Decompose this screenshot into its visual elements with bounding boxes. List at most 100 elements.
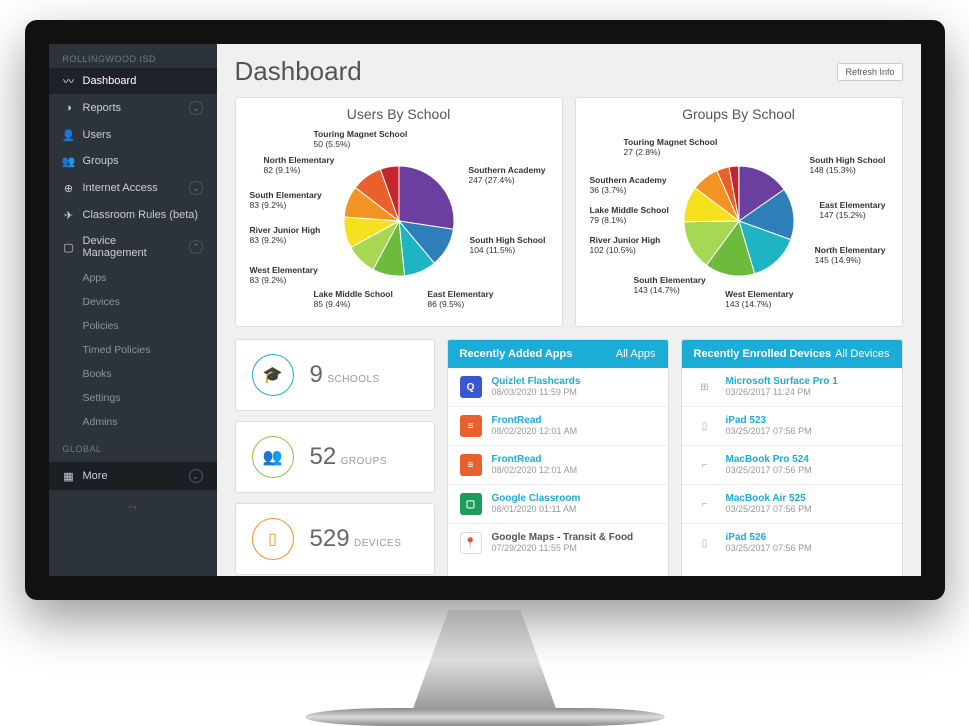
stat-card-schools: 🎓 9 SCHOOLS	[235, 339, 435, 411]
refresh-button[interactable]: Refresh Info	[837, 63, 902, 81]
device-timestamp: 03/25/2017 07:56 PM	[726, 543, 812, 553]
app-name-link[interactable]: Quizlet Flashcards	[492, 376, 581, 387]
pie-label: West Elementary83 (9.2%)	[250, 266, 318, 286]
app-name-link[interactable]: Google Maps - Transit & Food	[492, 532, 634, 543]
sidebar-sub-apps[interactable]: Apps	[49, 266, 217, 290]
chart-title: Users By School	[244, 106, 554, 122]
sidebar-item-reports[interactable]: ◑ Reports ⌄	[49, 94, 217, 122]
org-name: ROLLINGWOOD ISD	[49, 44, 217, 68]
sidebar-item-label: Classroom Rules (beta)	[83, 209, 199, 221]
sidebar: ROLLINGWOOD ISD 〰 Dashboard ◑ Reports ⌄ 👤 U…	[49, 44, 217, 576]
sidebar-sub-timed-policies[interactable]: Timed Policies	[49, 338, 217, 362]
more-icon: ▦	[63, 470, 75, 482]
sidebar-item-more[interactable]: ▦ More ⌄	[49, 462, 217, 490]
page-title: Dashboard	[235, 56, 362, 87]
pie-slice[interactable]	[399, 166, 454, 229]
tablet-icon: ▯	[252, 518, 294, 560]
pie-chart	[679, 161, 799, 281]
device-timestamp: 03/25/2017 07:56 PM	[726, 426, 812, 436]
device-icon: ▢	[63, 241, 75, 253]
stat-card-groups: 👥 52 GROUPS	[235, 421, 435, 493]
app-icon: ≡	[460, 415, 482, 437]
device-row: ▯ iPad 523 03/25/2017 07:56 PM	[682, 407, 902, 446]
sidebar-item-dashboard[interactable]: 〰 Dashboard	[49, 68, 217, 94]
device-timestamp: 03/26/2017 11:24 PM	[726, 387, 811, 397]
app-name-link[interactable]: Google Classroom	[492, 493, 581, 504]
sidebar-item-label: Users	[83, 129, 112, 141]
globe-icon: ⊕	[63, 182, 75, 194]
app-timestamp: 07/29/2020 11:55 PM	[492, 543, 577, 553]
sidebar-item-users[interactable]: 👤 Users	[49, 122, 217, 148]
pie-label: East Elementary147 (15.2%)	[819, 201, 885, 221]
device-row: ▯ iPad 526 03/25/2017 07:56 PM	[682, 524, 902, 562]
recent-devices-card: Recently Enrolled Devices All Devices ⊞ …	[681, 339, 903, 576]
sidebar-sub-settings[interactable]: Settings	[49, 386, 217, 410]
apps-panel-title: Recently Added Apps	[460, 348, 573, 360]
sidebar-item-internet-access[interactable]: ⊕ Internet Access ⌄	[49, 174, 217, 202]
more-label: More	[83, 470, 108, 482]
pie-label: South High School148 (15.3%)	[809, 156, 885, 176]
app-row: ▢ Google Classroom 08/01/2020 01:11 AM	[448, 485, 668, 524]
pie-label: Lake Middle School79 (8.1%)	[590, 206, 669, 226]
app-row: ≡ FrontRead 08/02/2020 12:01 AM	[448, 407, 668, 446]
device-type-icon: ⌐	[694, 493, 716, 515]
sidebar-item-groups[interactable]: 👥 Groups	[49, 148, 217, 174]
stat-number: 529	[310, 525, 350, 552]
chevron-down-icon: ⌄	[189, 469, 203, 483]
all-devices-link[interactable]: All Devices	[835, 348, 889, 360]
pie-label: River Junior High83 (9.2%)	[250, 226, 321, 246]
pie-label: South Elementary143 (14.7%)	[634, 276, 706, 296]
pie-chart	[339, 161, 459, 281]
chevron-down-icon: ⌄	[189, 101, 203, 115]
app-icon: 📍	[460, 532, 482, 554]
app-name-link[interactable]: FrontRead	[492, 454, 578, 465]
device-type-icon: ▯	[694, 532, 716, 554]
chart-line-icon: 〰	[63, 75, 75, 87]
chevron-up-icon: ⌃	[189, 240, 203, 254]
app-timestamp: 08/02/2020 12:01 AM	[492, 426, 578, 436]
device-type-icon: ⌐	[694, 454, 716, 476]
stat-label: DEVICES	[354, 538, 401, 549]
device-name-link[interactable]: Microsoft Surface Pro 1	[726, 376, 838, 387]
app-icon: ▢	[460, 493, 482, 515]
sidebar-item-label: Internet Access	[83, 182, 158, 194]
stat-label: GROUPS	[341, 456, 387, 467]
users-icon: 👥	[63, 155, 75, 167]
device-name-link[interactable]: MacBook Pro 524	[726, 454, 812, 465]
sidebar-sub-books[interactable]: Books	[49, 362, 217, 386]
stat-number: 52	[310, 443, 337, 470]
pie-label: South High School104 (11.5%)	[469, 236, 545, 256]
plane-icon: ✈	[63, 209, 75, 221]
users-icon: 👥	[252, 436, 294, 478]
pie-label: East Elementary86 (9.5%)	[427, 290, 493, 310]
device-type-icon: ▯	[694, 415, 716, 437]
pie-label: Southern Academy36 (3.7%)	[590, 176, 667, 196]
pie-label: River Junior High102 (10.5%)	[590, 236, 661, 256]
sidebar-item-label: Reports	[83, 102, 122, 114]
device-name-link[interactable]: MacBook Air 525	[726, 493, 812, 504]
device-timestamp: 03/25/2017 07:56 PM	[726, 465, 812, 475]
user-icon: 👤	[63, 129, 75, 141]
sidebar-item-classroom-rules-beta-[interactable]: ✈ Classroom Rules (beta)	[49, 202, 217, 228]
sidebar-sub-admins[interactable]: Admins	[49, 410, 217, 434]
grad-cap-icon: 🎓	[252, 354, 294, 396]
chevron-down-icon: ⌄	[189, 181, 203, 195]
device-row: ⌐ MacBook Air 525 03/25/2017 07:56 PM	[682, 485, 902, 524]
device-name-link[interactable]: iPad 523	[726, 415, 812, 426]
sidebar-item-device-management[interactable]: ▢ Device Management ⌃	[49, 228, 217, 266]
all-apps-link[interactable]: All Apps	[616, 348, 656, 360]
sidebar-item-label: Dashboard	[83, 75, 137, 87]
stat-card-devices: ▯ 529 DEVICES	[235, 503, 435, 575]
stat-label: SCHOOLS	[327, 374, 379, 385]
app-name-link[interactable]: FrontRead	[492, 415, 578, 426]
app-timestamp: 08/02/2020 12:01 AM	[492, 465, 578, 475]
sidebar-item-label: Device Management	[83, 235, 181, 259]
sidebar-sub-policies[interactable]: Policies	[49, 314, 217, 338]
device-name-link[interactable]: iPad 526	[726, 532, 812, 543]
pie-icon: ◑	[63, 102, 75, 114]
devices-panel-title: Recently Enrolled Devices	[694, 348, 832, 360]
app-icon: ≡	[460, 454, 482, 476]
global-section: GLOBAL	[49, 434, 217, 458]
chart-card: Groups By SchoolSouth High School148 (15…	[575, 97, 903, 327]
sidebar-sub-devices[interactable]: Devices	[49, 290, 217, 314]
